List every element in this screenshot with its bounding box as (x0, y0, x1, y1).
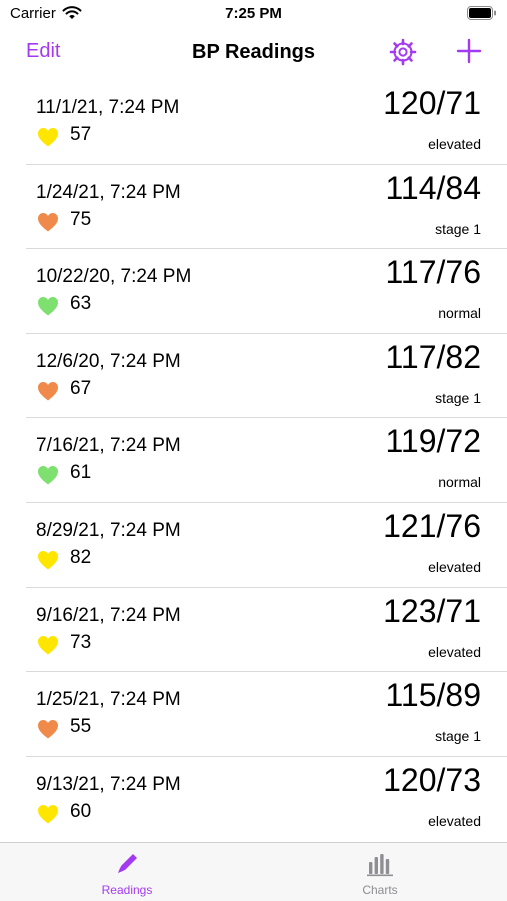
blood-pressure-value: 117/82 (385, 338, 482, 375)
reading-row[interactable]: 7/16/21, 7:24 PM 61 119/72 normal (0, 418, 507, 503)
blood-pressure-value: 120/73 (383, 761, 481, 798)
navigation-bar: Edit BP Readings (0, 30, 507, 78)
reading-date: 7/16/21, 7:24 PM (36, 435, 181, 457)
pulse-value: 67 (70, 377, 92, 399)
add-reading-button[interactable] (456, 38, 482, 64)
blood-pressure-value: 114/84 (385, 169, 482, 206)
bp-category: stage 1 (435, 220, 481, 237)
tab-charts[interactable]: Charts (320, 843, 440, 901)
reading-row[interactable]: 8/29/21, 7:24 PM 82 121/76 elevated (0, 503, 507, 588)
bp-category: elevated (428, 558, 481, 575)
bp-category: normal (438, 474, 481, 491)
reading-date: 10/22/20, 7:24 PM (36, 266, 192, 288)
pulse-value: 57 (70, 124, 92, 145)
tab-readings[interactable]: Readings (67, 843, 187, 901)
blood-pressure-value: 119/72 (385, 423, 482, 460)
pulse-value: 75 (70, 208, 92, 230)
bp-category: stage 1 (435, 389, 481, 406)
pulse-value: 55 (70, 716, 92, 738)
pulse-value: 63 (70, 293, 92, 315)
reading-row[interactable]: 11/1/21, 7:24 PM 57 120/71 elevated (0, 80, 507, 165)
pencil-icon (118, 854, 137, 873)
blood-pressure-value: 120/71 (383, 85, 481, 121)
tab-readings-label: Readings (101, 883, 153, 897)
blood-pressure-value: 117/76 (385, 254, 482, 291)
reading-date: 11/1/21, 7:24 PM (36, 97, 180, 118)
reading-row[interactable]: 9/13/21, 7:24 PM 60 120/73 elevated (0, 757, 507, 842)
tab-bar: Readings Charts (0, 842, 507, 901)
heart-icon (38, 297, 58, 316)
heart-icon (38, 635, 58, 655)
reading-row[interactable]: 1/24/21, 7:24 PM 75 114/84 stage 1 (0, 165, 507, 250)
status-bar: Carrier 7:25 PM (0, 0, 507, 30)
bp-category: elevated (428, 812, 481, 829)
bp-category: elevated (428, 643, 481, 660)
reading-date: 1/25/21, 7:24 PM (36, 689, 181, 711)
reading-date: 1/24/21, 7:24 PM (36, 181, 181, 203)
bp-category: elevated (428, 136, 481, 152)
pulse-value: 82 (70, 546, 92, 568)
heart-icon (38, 720, 58, 739)
reading-date: 12/6/20, 7:24 PM (36, 350, 181, 372)
reading-date: 8/29/21, 7:24 PM (36, 519, 181, 541)
pulse-value: 73 (70, 631, 92, 653)
blood-pressure-value: 115/89 (385, 677, 482, 714)
page-title: BP Readings (192, 41, 315, 63)
bp-category: normal (438, 305, 481, 322)
reading-row[interactable]: 1/25/21, 7:24 PM 55 115/89 stage 1 (0, 672, 507, 757)
reading-date: 9/13/21, 7:24 PM (36, 773, 181, 795)
reading-row[interactable]: 9/16/21, 7:24 PM 73 123/71 elevated (0, 588, 507, 673)
blood-pressure-value: 121/76 (383, 507, 481, 544)
heart-icon (38, 804, 58, 824)
battery-icon (467, 6, 496, 20)
reading-row[interactable]: 12/6/20, 7:24 PM 67 117/82 stage 1 (0, 334, 507, 419)
readings-list: 11/1/21, 7:24 PM 57 120/71 elevated 1/24… (0, 80, 507, 841)
tab-charts-label: Charts (362, 883, 398, 897)
bp-category: stage 1 (435, 728, 481, 745)
heart-icon (38, 550, 58, 570)
bar-chart-icon (367, 854, 393, 877)
pulse-value: 60 (70, 800, 92, 822)
clock: 7:25 PM (225, 5, 282, 22)
heart-icon (38, 381, 58, 401)
gear-icon[interactable] (387, 36, 419, 68)
pulse-value: 61 (70, 462, 92, 484)
heart-icon (38, 212, 58, 232)
heart-icon (38, 128, 58, 147)
reading-row[interactable]: 10/22/20, 7:24 PM 63 117/76 normal (0, 249, 507, 334)
heart-icon (38, 466, 58, 485)
blood-pressure-value: 123/71 (383, 592, 481, 629)
reading-date: 9/16/21, 7:24 PM (36, 604, 181, 626)
